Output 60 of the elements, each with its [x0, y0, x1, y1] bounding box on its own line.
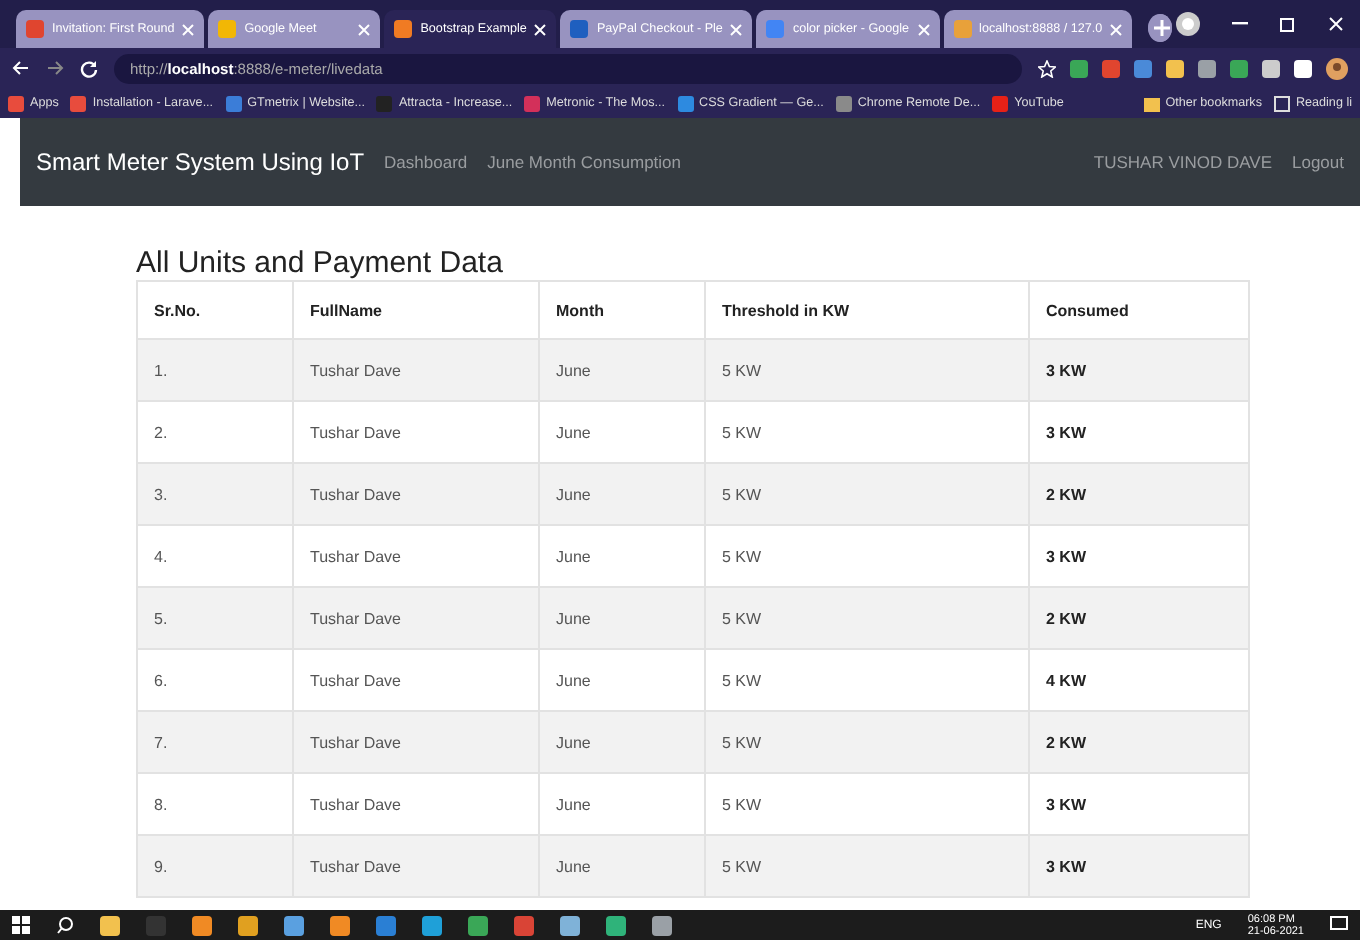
table-cell: 3 KW: [1029, 835, 1249, 897]
app-icon[interactable]: [468, 915, 488, 935]
folder-icon: [1143, 95, 1160, 111]
table-cell: Tushar Dave: [293, 711, 539, 773]
logout-link[interactable]: Logout: [1292, 152, 1344, 172]
app-icon[interactable]: [100, 915, 120, 935]
table-cell: Tushar Dave: [293, 835, 539, 897]
table-cell: June: [539, 711, 705, 773]
user-name-link[interactable]: TUSHAR VINOD DAVE: [1093, 152, 1272, 172]
page-title: All Units and Payment Data: [136, 244, 505, 280]
app-icon[interactable]: [422, 915, 442, 935]
app-icon[interactable]: [652, 915, 672, 935]
profile-icon[interactable]: [1176, 12, 1200, 36]
site-brand[interactable]: Smart Meter System Using IoT: [36, 148, 365, 176]
app-icon[interactable]: [606, 915, 626, 935]
column-header: Threshold in KW: [705, 281, 1029, 339]
close-icon[interactable]: [534, 23, 547, 35]
nav-link[interactable]: June Month Consumption: [487, 152, 682, 172]
table-cell: 9.: [137, 835, 293, 897]
column-header: Sr.No.: [137, 281, 293, 339]
app-icon[interactable]: [560, 915, 580, 935]
table-cell: June: [539, 463, 705, 525]
table-cell: June: [539, 835, 705, 897]
table-cell: 5 KW: [705, 835, 1029, 897]
app-icon[interactable]: [238, 915, 258, 935]
reload-icon[interactable]: [80, 59, 98, 77]
nav-link[interactable]: Dashboard: [384, 152, 468, 172]
table-cell: 2 KW: [1029, 463, 1249, 525]
search-icon[interactable]: [56, 916, 74, 934]
table-cell: 2 KW: [1029, 587, 1249, 649]
forward-arrow-icon[interactable]: [46, 60, 64, 76]
table-cell: 5 KW: [705, 711, 1029, 773]
table-cell: 5 KW: [705, 339, 1029, 401]
star-icon[interactable]: [1038, 59, 1056, 77]
table-cell: 3.: [137, 463, 293, 525]
table-cell: 3 KW: [1029, 339, 1249, 401]
windows-icon[interactable]: [12, 916, 30, 934]
avatar-icon[interactable]: [1326, 57, 1348, 79]
restore-icon[interactable]: [1280, 16, 1296, 32]
app-icon[interactable]: [284, 915, 304, 935]
app-icon[interactable]: [376, 915, 396, 935]
table-cell: June: [539, 587, 705, 649]
table-cell: 5 KW: [705, 587, 1029, 649]
table-cell: 7.: [137, 711, 293, 773]
table-cell: 1.: [137, 339, 293, 401]
table-cell: 5.: [137, 587, 293, 649]
app-icon[interactable]: [192, 915, 212, 935]
table-cell: 2 KW: [1029, 711, 1249, 773]
table-cell: Tushar Dave: [293, 339, 539, 401]
column-header: FullName: [293, 281, 539, 339]
app-icon[interactable]: [330, 915, 350, 935]
minimize-icon[interactable]: [1232, 22, 1248, 26]
table-cell: June: [539, 339, 705, 401]
table-cell: 5 KW: [705, 463, 1029, 525]
close-icon[interactable]: [1328, 16, 1344, 32]
notification-icon[interactable]: [1330, 916, 1348, 934]
new-tab-icon[interactable]: [1148, 14, 1172, 42]
table-cell: Tushar Dave: [293, 463, 539, 525]
table-cell: Tushar Dave: [293, 587, 539, 649]
back-arrow-icon[interactable]: [12, 60, 30, 76]
